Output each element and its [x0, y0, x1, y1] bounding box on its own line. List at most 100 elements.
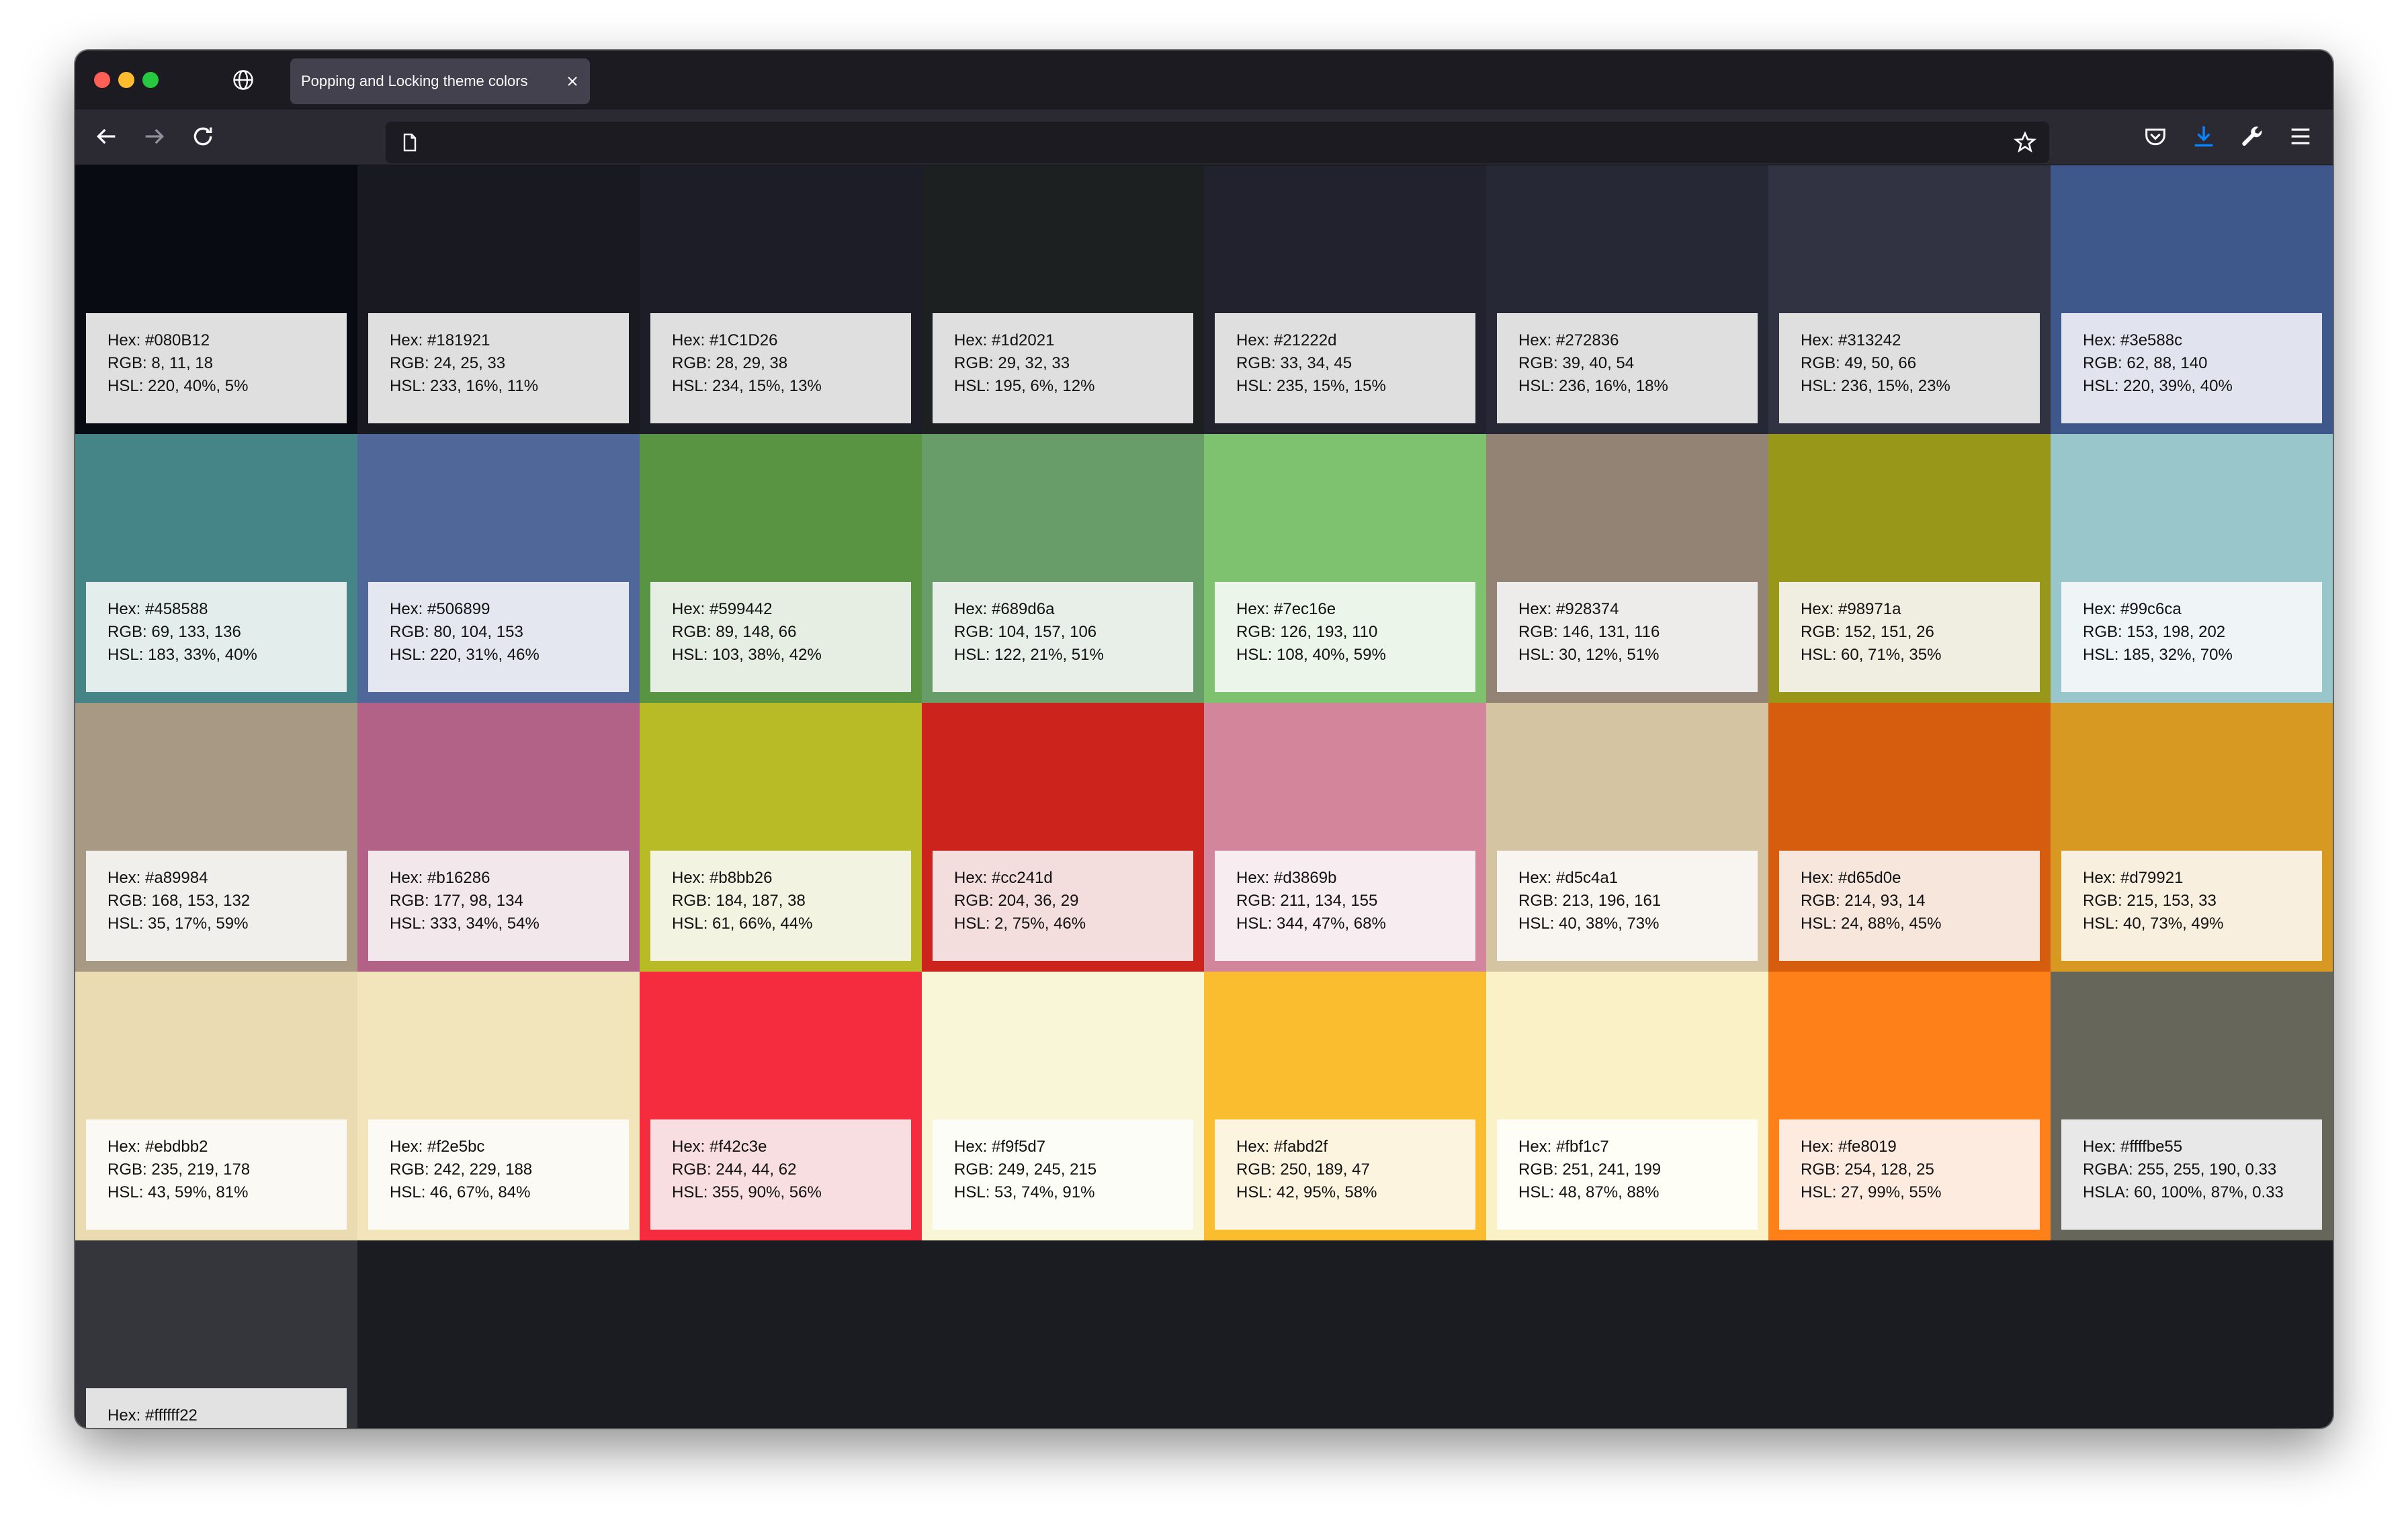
swatch-rgb-label: RGB: 242, 229, 188 [390, 1160, 533, 1179]
color-swatch: Hex: #d5c4a1 RGB: 213, 196, 161 HSL: 40, 3… [1486, 703, 1768, 972]
swatch-hex-label: Hex: #21222d [1236, 331, 1337, 349]
swatch-info-card: Hex: #d79921 RGB: 215, 153, 33 HSL: 40, 73… [2061, 851, 2322, 961]
swatch-hex-label: Hex: #fbf1c7 [1518, 1138, 1609, 1156]
swatch-info-card: Hex: #d5c4a1 RGB: 213, 196, 161 HSL: 40, 3… [1497, 851, 1758, 961]
swatch-info-card: Hex: #3e588c RGB: 62, 88, 140 HSL: 220, 39… [2061, 313, 2322, 423]
swatch-hsl-label: HSL: 60, 71%, 35% [1801, 646, 1942, 664]
swatch-info-card: Hex: #ebdbb2 RGB: 235, 219, 178 HSL: 43, 5… [86, 1119, 347, 1230]
swatch-hex-label: Hex: #181921 [390, 331, 490, 349]
color-swatch: Hex: #313242 RGB: 49, 50, 66 HSL: 236, 15%… [1768, 165, 2051, 434]
zoom-window-button[interactable] [142, 72, 159, 88]
swatch-hex-label: Hex: #ffffff22 [108, 1406, 198, 1425]
color-swatch: Hex: #928374 RGB: 146, 131, 116 HSL: 30, 1… [1486, 434, 1768, 703]
swatch-hsl-label: HSL: 48, 87%, 88% [1518, 1183, 1660, 1201]
color-swatch: Hex: #272836 RGB: 39, 40, 54 HSL: 236, 16%… [1486, 165, 1768, 434]
swatch-hsl-label: HSL: 220, 40%, 5% [108, 377, 249, 395]
swatch-info-card: Hex: #b8bb26 RGB: 184, 187, 38 HSL: 61, 66… [650, 851, 911, 961]
swatch-rgb-label: RGB: 24, 25, 33 [390, 354, 506, 372]
swatch-rgb-label: RGB: 251, 241, 199 [1518, 1160, 1662, 1179]
pocket-icon[interactable] [2142, 123, 2169, 150]
swatch-rgb-label: RGB: 49, 50, 66 [1801, 354, 1917, 372]
swatch-hsl-label: HSL: 236, 15%, 23% [1801, 377, 1950, 395]
swatch-hex-label: Hex: #d3869b [1236, 869, 1337, 887]
swatch-hsl-label: HSL: 2, 75%, 46% [954, 915, 1086, 933]
color-swatch: Hex: #1d2021 RGB: 29, 32, 33 HSL: 195, 6%,… [922, 165, 1204, 434]
swatch-info-card: Hex: #99c6ca RGB: 153, 198, 202 HSL: 185, … [2061, 582, 2322, 692]
swatch-hex-label: Hex: #99c6ca [2083, 600, 2182, 618]
swatch-info-card: Hex: #21222d RGB: 33, 34, 45 HSL: 235, 15%… [1215, 313, 1475, 423]
swatch-rgb-label: RGB: 104, 157, 106 [954, 623, 1097, 641]
forward-icon[interactable] [141, 123, 168, 150]
swatch-info-card: Hex: #f9f5d7 RGB: 249, 245, 215 HSL: 53, 7… [933, 1119, 1193, 1230]
color-swatch: Hex: #21222d RGB: 33, 34, 45 HSL: 235, 15%… [1204, 165, 1486, 434]
minimize-window-button[interactable] [118, 72, 134, 88]
color-swatch: Hex: #3e588c RGB: 62, 88, 140 HSL: 220, 39… [2051, 165, 2333, 434]
color-swatch: Hex: #98971a RGB: 152, 151, 26 HSL: 60, 71… [1768, 434, 2051, 703]
color-swatch: Hex: #b8bb26 RGB: 184, 187, 38 HSL: 61, 66… [640, 703, 922, 972]
swatch-hex-label: Hex: #7ec16e [1236, 600, 1336, 618]
color-swatch: Hex: #458588 RGB: 69, 133, 136 HSL: 183, 3… [75, 434, 357, 703]
swatch-rgb-label: RGB: 126, 193, 110 [1236, 623, 1378, 641]
color-swatch: Hex: #f42c3e RGB: 244, 44, 62 HSL: 355, 90… [640, 972, 922, 1240]
bookmark-star-icon[interactable] [2013, 130, 2037, 155]
close-window-button[interactable] [94, 72, 110, 88]
close-icon[interactable] [564, 73, 580, 89]
swatch-hex-label: Hex: #f2e5bc [390, 1138, 485, 1156]
swatch-hex-label: Hex: #ebdbb2 [108, 1138, 208, 1156]
swatch-hsl-label: HSL: 236, 16%, 18% [1518, 377, 1668, 395]
swatch-hsl-label: HSL: 185, 32%, 70% [2083, 646, 2233, 664]
swatch-hsl-label: HSL: 103, 38%, 42% [672, 646, 822, 664]
color-swatch: Hex: #99c6ca RGB: 153, 198, 202 HSL: 185, … [2051, 434, 2333, 703]
color-swatch: Hex: #ffffff22 [75, 1240, 357, 1428]
downloads-icon[interactable] [2190, 123, 2217, 150]
swatch-hex-label: Hex: #b8bb26 [672, 869, 773, 887]
swatch-hsl-label: HSL: 344, 47%, 68% [1236, 915, 1386, 933]
swatch-hsl-label: HSL: 43, 59%, 81% [108, 1183, 249, 1201]
page-content: Hex: #080B12 RGB: 8, 11, 18 HSL: 220, 40%,… [75, 165, 2333, 1428]
tab-title: Popping and Locking theme colors [301, 73, 528, 89]
browser-window: Popping and Locking theme colors Hex: #0… [75, 50, 2333, 1428]
back-icon[interactable] [93, 123, 120, 150]
swatch-info-card: Hex: #506899 RGB: 80, 104, 153 HSL: 220, 3… [368, 582, 629, 692]
swatch-rgb-label: RGB: 33, 34, 45 [1236, 354, 1352, 372]
swatch-rgb-label: RGB: 250, 189, 47 [1236, 1160, 1370, 1179]
swatch-hex-label: Hex: #080B12 [108, 331, 210, 349]
swatch-info-card: Hex: #313242 RGB: 49, 50, 66 HSL: 236, 15%… [1779, 313, 2040, 423]
swatch-info-card: Hex: #ffffff22 [86, 1388, 347, 1428]
url-bar[interactable] [386, 122, 2049, 163]
color-swatch: Hex: #fe8019 RGB: 254, 128, 25 HSL: 27, 99… [1768, 972, 2051, 1240]
swatch-info-card: Hex: #d3869b RGB: 211, 134, 155 HSL: 344, … [1215, 851, 1475, 961]
swatch-rgb-label: RGB: 153, 198, 202 [2083, 623, 2226, 641]
swatch-hex-label: Hex: #fabd2f [1236, 1138, 1328, 1156]
swatch-info-card: Hex: #d65d0e RGB: 214, 93, 14 HSL: 24, 88%… [1779, 851, 2040, 961]
swatch-rgb-label: RGB: 213, 196, 161 [1518, 892, 1662, 910]
swatch-info-card: Hex: #599442 RGB: 89, 148, 66 HSL: 103, 38… [650, 582, 911, 692]
reload-icon[interactable] [189, 123, 216, 150]
color-swatch: Hex: #ffffbe55 RGBA: 255, 255, 190, 0.33 H… [2051, 972, 2333, 1240]
color-swatch: Hex: #1C1D26 RGB: 28, 29, 38 HSL: 234, 15%… [640, 165, 922, 434]
swatch-hsl-label: HSL: 35, 17%, 59% [108, 915, 249, 933]
swatch-rgb-label: RGB: 168, 153, 132 [108, 892, 251, 910]
swatch-rgb-label: RGB: 39, 40, 54 [1518, 354, 1635, 372]
swatch-info-card: Hex: #cc241d RGB: 204, 36, 29 HSL: 2, 75%,… [933, 851, 1193, 961]
swatch-hex-label: Hex: #d65d0e [1801, 869, 1901, 887]
wrench-icon[interactable] [2239, 123, 2266, 150]
swatch-hex-label: Hex: #458588 [108, 600, 208, 618]
swatch-hsl-label: HSL: 61, 66%, 44% [672, 915, 813, 933]
swatch-hsl-label: HSL: 42, 95%, 58% [1236, 1183, 1377, 1201]
color-swatch: Hex: #689d6a RGB: 104, 157, 106 HSL: 122, … [922, 434, 1204, 703]
swatch-rgb-label: RGB: 204, 36, 29 [954, 892, 1079, 910]
swatch-hex-label: Hex: #313242 [1801, 331, 1901, 349]
title-bar: Popping and Locking theme colors [75, 50, 2333, 110]
swatch-hex-label: Hex: #d5c4a1 [1518, 869, 1619, 887]
swatch-info-card: Hex: #080B12 RGB: 8, 11, 18 HSL: 220, 40%,… [86, 313, 347, 423]
tab-active[interactable]: Popping and Locking theme colors [290, 58, 590, 104]
menu-icon[interactable] [2287, 123, 2314, 150]
swatch-info-card: Hex: #1d2021 RGB: 29, 32, 33 HSL: 195, 6%,… [933, 313, 1193, 423]
swatch-hex-label: Hex: #f9f5d7 [954, 1138, 1046, 1156]
page-icon [403, 133, 417, 152]
color-swatch: Hex: #d65d0e RGB: 214, 93, 14 HSL: 24, 88%… [1768, 703, 2051, 972]
swatch-rgb-label: RGB: 215, 153, 33 [2083, 892, 2217, 910]
swatch-rgb-label: RGB: 152, 151, 26 [1801, 623, 1934, 641]
globe-icon[interactable] [231, 68, 255, 92]
